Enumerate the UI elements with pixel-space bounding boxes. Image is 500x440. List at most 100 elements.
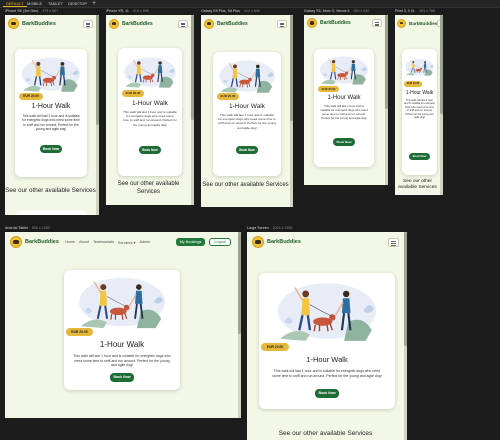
scrollbar[interactable]: [440, 15, 443, 195]
services-heading: See our other available Services: [5, 187, 96, 194]
book-now-button[interactable]: Book Now: [110, 373, 134, 382]
card-title: 1-Hour Walk: [306, 355, 348, 364]
service-card: EUR 20.00 1-Hour Walk This walk will las…: [314, 49, 374, 167]
tab-mobile[interactable]: MOBILE: [24, 1, 45, 7]
device-size: 360 x 640: [353, 9, 370, 13]
device-size: 1024 x 1366: [272, 226, 293, 230]
scrollbar[interactable]: [385, 15, 388, 185]
nav-about[interactable]: About: [79, 240, 89, 244]
card-title: 1-Hour Walk: [405, 90, 434, 96]
book-now-button[interactable]: Book Now: [40, 145, 62, 153]
device-frame-iphone-xr: BarkBuddies EUR 20.00 1-Hour Walk This w…: [106, 15, 194, 205]
brand-name[interactable]: BarkBuddies: [25, 239, 59, 245]
dog-walk-illustration: [276, 282, 378, 343]
brand-name[interactable]: BarkBuddies: [217, 21, 248, 27]
nav-services[interactable]: Services ▾: [118, 240, 136, 245]
viewer-toolbar: DEFAULT MOBILE TABLET DESKTOP +: [0, 0, 500, 8]
brand-logo-icon: [10, 236, 22, 248]
next-service-card: [15, 211, 87, 215]
brand-logo-icon: [109, 18, 119, 29]
book-now-button[interactable]: Book Now: [333, 138, 355, 146]
scrollbar[interactable]: [191, 15, 194, 205]
service-card: EUR 20.00 1-Hour Walk This walk will las…: [259, 273, 395, 409]
dog-walk-illustration: [218, 59, 276, 94]
brand-name[interactable]: BarkBuddies: [320, 20, 351, 26]
price-badge: EUR 20.00: [217, 93, 239, 100]
device-name: Android Tablet: [5, 226, 28, 230]
device-name: Galaxy S9 Plus, S8 Plus: [201, 9, 240, 13]
brand-logo-icon: [397, 18, 406, 28]
tab-tablet[interactable]: TABLET: [45, 1, 66, 7]
card-description: This walk will last 1 hour and is suitab…: [404, 99, 435, 120]
price-badge: EUR 20.00: [261, 343, 289, 351]
nav-testimonials[interactable]: Testimonials: [93, 240, 114, 244]
add-device-button[interactable]: +: [92, 0, 96, 8]
brand-logo-icon: [252, 236, 264, 248]
nav-services-label: Services: [117, 240, 133, 245]
brand-name[interactable]: BarkBuddies: [22, 21, 56, 27]
device-label: Galaxy S9 Plus, S8 Plus 412 x 846: [201, 9, 260, 14]
brand-logo-icon: [204, 18, 214, 29]
hamburger-menu-icon[interactable]: [388, 237, 399, 247]
hamburger-menu-icon[interactable]: [372, 19, 382, 27]
device-size: 412 x 846: [243, 9, 260, 13]
device-label: Pixel 3, 3 XL 393 x 786: [395, 9, 435, 14]
site-header: BarkBuddies: [395, 15, 443, 31]
dog-walk-illustration: [404, 58, 435, 77]
service-card: EUR 20.00 1-Hour Walk This walk will las…: [213, 52, 281, 176]
scrollbar[interactable]: [290, 15, 293, 207]
main-nav: Home About Testimonials Services ▾ Admin: [65, 240, 154, 245]
hamburger-menu-icon[interactable]: [277, 19, 287, 28]
device-size: 375 x 667: [42, 9, 59, 13]
site-header: BarkBuddies Home About Testimonials Serv…: [5, 232, 238, 252]
brand-name[interactable]: BarkBuddies: [122, 21, 153, 27]
chevron-down-icon: ▾: [133, 240, 136, 245]
card-title: 1-Hour Walk: [99, 340, 145, 349]
device-label: iPhone XR, 11 414 x 896: [106, 9, 149, 14]
device-name: Large Screen: [247, 226, 269, 230]
hamburger-menu-icon[interactable]: [178, 19, 188, 28]
hamburger-menu-icon[interactable]: [83, 19, 93, 28]
device-label: Large Screen 1024 x 1366: [247, 226, 292, 231]
card-title: 1-Hour Walk: [132, 100, 168, 107]
brand-name[interactable]: BarkBuddies: [409, 21, 437, 26]
book-now-button[interactable]: Book Now: [139, 146, 161, 154]
device-size: 800 x 1280: [31, 226, 50, 230]
price-badge: EUR 20.00: [19, 93, 43, 100]
site-header: BarkBuddies: [304, 15, 385, 31]
device-label: iPhone SE (3rd Gen) 375 x 667: [5, 9, 58, 14]
card-title: 1-Hour Walk: [327, 95, 361, 101]
price-badge: EUR 20.00: [122, 90, 144, 97]
services-heading: See our other available Services: [278, 430, 373, 437]
book-now-button[interactable]: Book Now: [236, 146, 258, 154]
scrollbar[interactable]: [96, 15, 99, 215]
my-bookings-button[interactable]: My Bookings: [175, 238, 206, 246]
device-frame-iphone-se: BarkBuddies EUR 20.00 1-Hour Walk This w…: [5, 15, 99, 215]
brand-name[interactable]: BarkBuddies: [267, 239, 301, 245]
nav-admin[interactable]: Admin: [139, 240, 150, 244]
device-name: Pixel 3, 3 XL: [395, 9, 416, 13]
service-card: EUR 20.00 1-Hour Walk This walk will las…: [118, 48, 182, 176]
card-description: This walk will last 1 hour and is suitab…: [320, 104, 368, 120]
dog-walk-illustration: [21, 56, 81, 93]
services-heading: See our other available Services: [202, 182, 289, 188]
card-description: This walk will last 1 hour and is suitab…: [22, 114, 80, 132]
device-label: Android Tablet 800 x 1280: [5, 226, 50, 231]
scrollbar[interactable]: [238, 232, 241, 418]
service-card: EUR 20.00 1-Hour Walk This walk will las…: [64, 270, 180, 390]
book-now-button[interactable]: Book Now: [409, 153, 430, 160]
device-frame-pixel-3: BarkBuddies EUR 20.00 1-Hour Walk This w…: [395, 15, 443, 195]
brand-logo-icon: [307, 18, 317, 28]
site-header: BarkBuddies: [201, 15, 290, 32]
service-card: EUR 20.00 1-Hour Walk This walk will las…: [402, 49, 437, 175]
dog-walk-illustration: [78, 276, 166, 330]
book-now-button[interactable]: Book Now: [315, 389, 339, 398]
nav-home[interactable]: Home: [65, 240, 75, 244]
device-frame-galaxy-s9-plus: BarkBuddies EUR 20.00 1-Hour Walk This w…: [201, 15, 293, 207]
site-header: BarkBuddies: [5, 15, 96, 32]
scrollbar[interactable]: [404, 232, 407, 440]
device-size: 393 x 786: [419, 9, 435, 13]
tab-desktop[interactable]: DESKTOP: [65, 1, 90, 7]
logout-button[interactable]: Logout: [209, 238, 231, 246]
device-label: Galaxy S5, Moto G, Nexus 5 360 x 640: [304, 9, 369, 14]
